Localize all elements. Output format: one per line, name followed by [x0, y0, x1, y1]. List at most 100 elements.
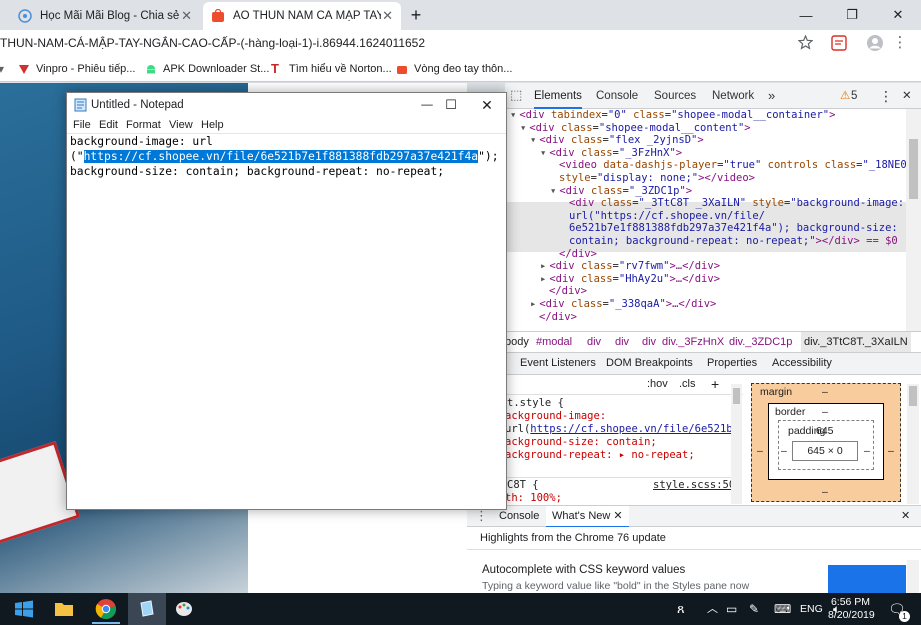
border-value[interactable]: – [822, 406, 828, 418]
close-drawer-button[interactable]: ✕ [901, 506, 910, 526]
notepad-taskbar-icon[interactable] [135, 598, 159, 620]
whats-new-item-title[interactable]: Autocomplete with CSS keyword values [482, 564, 685, 576]
dom-node-line[interactable]: ▸ <div class="HhAy2u">…</div> [540, 273, 720, 286]
margin-right-value[interactable]: – [888, 445, 894, 457]
scrollbar-thumb[interactable] [733, 388, 740, 404]
notepad-titlebar[interactable]: Untitled - Notepad — ☐ ✕ [67, 93, 506, 117]
tab-dom-breakpoints[interactable]: DOM Breakpoints [606, 353, 693, 373]
menu-help[interactable]: Help [201, 117, 224, 133]
warning-icon[interactable]: ⚠ [840, 83, 850, 109]
margin-left-value[interactable]: – [757, 445, 763, 457]
style-prop-url[interactable]: url(https://cf.shopee.vn/file/6e521b7…) [505, 423, 738, 436]
more-tabs-button[interactable]: » [768, 83, 775, 109]
style-prop-width[interactable]: th: 100%; [505, 492, 562, 505]
menu-file[interactable]: File [73, 117, 91, 133]
address-bar[interactable]: THUN-NAM-CÁ-MẬP-TAY-NGẮN-CAO-CẤP-(-hàng-… [0, 30, 425, 56]
hover-state-toggle[interactable]: :hov [647, 375, 668, 393]
dom-node-line[interactable]: 6e521b7e1f881388fdb297a37e421f4a"); back… [560, 222, 898, 235]
breadcrumb-item[interactable]: div [587, 332, 601, 352]
tab-sources[interactable]: Sources [654, 83, 696, 109]
tab-network[interactable]: Network [712, 83, 754, 109]
dom-node-line[interactable]: ▸ <div class="rv7fwm">…</div> [540, 260, 720, 273]
extension-icon[interactable] [831, 35, 847, 51]
scrollbar-thumb[interactable] [909, 139, 918, 199]
bookmark-vinpro[interactable]: Vinpro - Phiêu tiếp... [18, 58, 135, 80]
dom-node-line[interactable]: url("https://cf.shopee.vn/file/ [560, 210, 765, 223]
language-indicator[interactable]: ENG [800, 593, 823, 625]
dom-node-line[interactable]: ▾ <div class="flex _2yjnsD"> [530, 134, 704, 147]
breadcrumb-item[interactable]: div [642, 332, 656, 352]
dom-node-line[interactable]: contain; background-repeat: no-repeat;">… [560, 235, 898, 248]
minimize-button[interactable]: — [783, 0, 829, 30]
class-toggle[interactable]: .cls [679, 375, 696, 393]
breadcrumb-item[interactable]: div._3FzHnX [662, 332, 724, 352]
dom-tree-scrollbar[interactable] [906, 109, 921, 331]
dom-node-line[interactable]: </div> [540, 285, 587, 298]
breadcrumb-item[interactable]: body [505, 332, 529, 352]
tab-elements[interactable]: Elements [534, 83, 582, 109]
dom-node-line[interactable]: ▸ <div class="_338qaA">…</div> [530, 298, 716, 311]
dom-node-line[interactable]: </div> [530, 311, 577, 324]
tab-properties[interactable]: Properties [707, 353, 757, 373]
chrome-taskbar-icon[interactable] [92, 595, 120, 623]
breadcrumb-item[interactable]: div._3TtC8T._3XaILN [801, 332, 911, 352]
dom-tree[interactable]: ▾ <div tabindex="0" class="shopee-modal__… [505, 109, 906, 331]
padding-right-value[interactable]: – [864, 445, 870, 457]
close-tab-icon[interactable]: ✕ [613, 510, 622, 522]
margin-bottom-value[interactable]: – [822, 486, 828, 498]
tab-ao-thun-nam[interactable]: ÁO THUN NAM CÁ MẬP TAY NG ✕ [203, 2, 401, 30]
style-prop-background-size[interactable]: ackground-size: contain; [505, 436, 657, 449]
drawer-tab-whats-new[interactable]: What's New ✕ [546, 506, 629, 528]
pen-icon[interactable]: ✎ [749, 593, 759, 625]
apps-icon[interactable]: ▾ [0, 58, 8, 80]
display-icon[interactable]: ▭ [726, 593, 737, 625]
style-prop-background-repeat[interactable]: ackground-repeat: ▸ no-repeat; [505, 449, 695, 462]
inspect-element-icon[interactable]: ⬚ [510, 87, 526, 105]
notepad-close-button[interactable]: ✕ [475, 93, 499, 117]
tab-event-listeners[interactable]: Event Listeners [520, 353, 596, 373]
restore-button[interactable]: ❐ [829, 0, 875, 30]
dom-node-line[interactable]: ▾ <div class="shopee-modal__content"> [520, 122, 751, 135]
menu-format[interactable]: Format [126, 117, 161, 133]
file-explorer-icon[interactable] [52, 598, 76, 620]
dom-node-line[interactable]: <video data-dashjs-player="true" control… [550, 159, 906, 172]
notepad-maximize-button[interactable]: ☐ [441, 93, 461, 117]
clock[interactable]: 6:56 PM 8/20/2019 [828, 596, 875, 622]
style-url-link[interactable]: https://cf.shopee.vn/file/6e521b7… [530, 423, 738, 435]
bookmark-apk-downloader[interactable]: APK Downloader St... [145, 58, 269, 80]
warning-count[interactable]: 5 [851, 83, 857, 109]
menu-view[interactable]: View [169, 117, 193, 133]
margin-top-value[interactable]: – [822, 386, 828, 398]
breadcrumb-item[interactable]: #modal [536, 332, 572, 352]
breadcrumb-item[interactable]: div [615, 332, 629, 352]
bookmark-norton[interactable]: T Tìm hiểu về Norton... [271, 58, 392, 80]
dom-node-line[interactable]: style="display: none;"></video> [550, 172, 755, 185]
dom-node-line[interactable]: </div> [550, 248, 597, 261]
styles-pane[interactable]: t.style { ackground-image: url(https://c… [505, 395, 738, 505]
tab-hoc-mai-mai[interactable]: Học Mãi Mãi Blog - Chia sẻ kiến ✕ [10, 2, 200, 30]
bookmark-vong-deo-tay[interactable]: Vòng đeo tay thôn... [396, 58, 512, 80]
profile-avatar-icon[interactable] [866, 34, 884, 52]
tab-console[interactable]: Console [596, 83, 638, 109]
selected-url-text[interactable]: https://cf.shopee.vn/file/6e521b7e1f8813… [83, 150, 479, 163]
bookmark-star-icon[interactable] [798, 35, 813, 50]
tab-accessibility[interactable]: Accessibility [772, 353, 832, 373]
dom-node-line[interactable]: ▾ <div class="_3ZDC1p"> [550, 185, 692, 198]
menu-edit[interactable]: Edit [99, 117, 118, 133]
dom-node-line[interactable]: ▾ <div tabindex="0" class="shopee-modal__… [510, 109, 835, 122]
drawer-scrollbar[interactable] [907, 560, 919, 593]
dom-node-line[interactable]: ▾ <div class="_3FzHnX"> [540, 147, 682, 160]
style-prop-background-image[interactable]: ackground-image: [505, 410, 606, 423]
styles-scrollbar[interactable] [731, 384, 742, 504]
box-model-scrollbar[interactable] [907, 384, 919, 504]
style-source-link[interactable]: style.scss:50 [653, 479, 735, 492]
new-tab-button[interactable]: + [405, 5, 427, 25]
start-button-icon[interactable] [12, 598, 36, 620]
chrome-menu-icon[interactable]: ⋮ [892, 33, 908, 53]
padding-left-value[interactable]: – [781, 445, 787, 457]
close-tab-icon[interactable]: ✕ [181, 8, 192, 24]
notepad-text-area[interactable]: background-image: url ("https://cf.shope… [67, 133, 506, 509]
people-icon[interactable]: ጸ [677, 593, 685, 625]
close-tab-icon[interactable]: ✕ [382, 8, 393, 24]
box-model-content-size[interactable]: 645 × 0 [792, 441, 858, 461]
